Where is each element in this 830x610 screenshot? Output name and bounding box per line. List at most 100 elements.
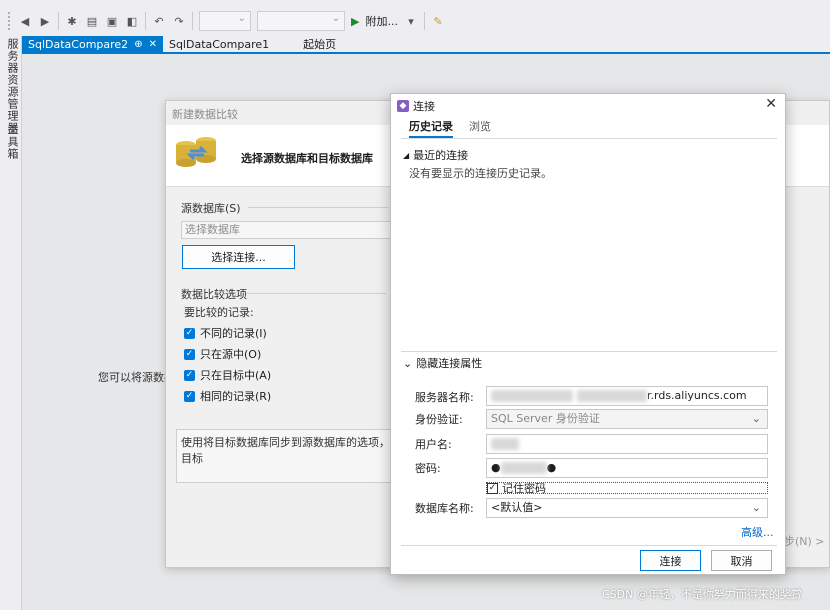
remember-password-label: 记住密码 — [502, 482, 546, 495]
side-tool-strip: 服务器资源管理器 工具箱 — [0, 36, 22, 610]
find-in-files-icon[interactable]: ✎ — [431, 14, 445, 28]
tab-sqldatacompare2[interactable]: SqlDataCompare2 ⊕ ✕ — [22, 36, 163, 52]
save-all-icon[interactable]: ◧ — [125, 14, 139, 28]
checkbox-label: 不同的记录(I) — [200, 327, 267, 340]
attach-button[interactable]: 附加... — [365, 13, 398, 29]
start-icon[interactable]: ▶ — [351, 15, 359, 28]
password-label: 密码: — [415, 462, 441, 475]
remember-password-checkbox[interactable]: ✓ 记住密码 — [486, 482, 768, 495]
recent-connections-label: 最近的连接 — [413, 149, 469, 162]
compare-options-label: 数据比较选项 — [181, 288, 247, 301]
checkbox-checked-icon[interactable]: ✓ — [184, 348, 195, 360]
checkbox-label: 只在源中(O) — [200, 348, 262, 361]
database-name-label: 数据库名称: — [415, 502, 474, 515]
source-db-field[interactable]: 选择数据库 — [181, 221, 411, 239]
group-divider — [248, 207, 388, 208]
document-tabs: SqlDataCompare2 ⊕ ✕ SqlDataCompare1 起始页 — [22, 36, 830, 54]
close-icon[interactable]: ✕ — [149, 39, 157, 50]
connect-button[interactable]: 连接 — [640, 550, 701, 571]
toolbar-separator — [58, 12, 59, 30]
tab-label: SqlDataCompare2 — [28, 37, 129, 51]
group-divider — [246, 293, 386, 294]
checkbox-label: 相同的记录(R) — [200, 390, 272, 403]
hide-properties-label: 隐藏连接属性 — [416, 357, 483, 370]
checkbox-checked-icon[interactable]: ✓ — [184, 390, 195, 402]
connection-tabs: 历史记录 浏览 — [409, 118, 491, 138]
redo-icon[interactable]: ↷ — [172, 14, 186, 28]
dropdown-arrow-icon[interactable]: ▾ — [404, 14, 418, 28]
checkbox-checked-icon[interactable]: ✓ — [184, 369, 195, 381]
username-label: 用户名: — [415, 438, 452, 451]
new-project-icon[interactable]: ✱ — [65, 14, 79, 28]
back-icon[interactable]: ◀ — [18, 14, 32, 28]
tab-browse[interactable]: 浏览 — [469, 118, 491, 138]
collapse-triangle-icon[interactable]: ◢ — [403, 151, 409, 160]
checkbox-identical-records[interactable]: ✓ 相同的记录(R) — [184, 388, 271, 404]
tab-start-page[interactable]: 起始页 — [297, 36, 342, 52]
connection-dialog-titlebar: ◆ 连接 — [397, 98, 435, 114]
database-name-value: <默认值> — [491, 501, 543, 514]
tab-label: SqlDataCompare1 — [168, 37, 270, 51]
tab-label: 起始页 — [303, 38, 337, 51]
visual-studio-logo-icon: ◆ — [397, 100, 409, 112]
server-name-suffix: r.rds.aliyuncs.com — [647, 389, 747, 402]
password-input[interactable]: ● ● — [486, 458, 768, 478]
hide-properties-header[interactable]: ⌄ 隐藏连接属性 — [403, 355, 482, 371]
advanced-link[interactable]: 高级... — [741, 524, 774, 540]
source-db-label: 源数据库(S) — [181, 202, 241, 215]
next-button[interactable]: 步(N) > — [784, 533, 825, 549]
tab-history[interactable]: 历史记录 — [409, 118, 453, 138]
records-label: 要比较的记录: — [184, 306, 254, 319]
configuration-combo[interactable] — [199, 11, 251, 31]
auth-value: SQL Server 身份验证 — [491, 412, 600, 425]
platform-combo[interactable] — [257, 11, 345, 31]
select-connection-button[interactable]: 选择连接... — [182, 245, 295, 269]
checkbox-checked-icon[interactable]: ✓ — [184, 327, 195, 339]
empty-history-message: 没有要显示的连接历史记录。 — [409, 167, 552, 180]
toolbar-grip[interactable] — [8, 12, 12, 30]
dialog-title: 新建数据比较 — [172, 108, 238, 121]
checkbox-label: 只在目标中(A) — [200, 369, 272, 382]
checkbox-only-in-source[interactable]: ✓ 只在源中(O) — [184, 346, 261, 362]
save-icon[interactable]: ▣ — [105, 14, 119, 28]
toolbar-separator — [192, 12, 193, 30]
password-mask: ● — [491, 461, 501, 474]
toolbox-tab[interactable]: 工具箱 — [4, 124, 20, 160]
redacted-text — [491, 390, 573, 402]
redacted-text — [500, 462, 547, 474]
divider — [401, 138, 777, 139]
toolbar-separator — [145, 12, 146, 30]
username-input[interactable] — [486, 434, 768, 454]
password-mask: ● — [546, 461, 557, 474]
wizard-header-title: 选择源数据库和目标数据库 — [241, 152, 373, 165]
tab-sqldatacompare1[interactable]: SqlDataCompare1 — [163, 36, 275, 52]
database-name-select[interactable]: <默认值> — [486, 498, 768, 518]
pin-icon[interactable]: ⊕ — [134, 39, 142, 50]
undo-icon[interactable]: ↶ — [152, 14, 166, 28]
auth-select[interactable]: SQL Server 身份验证 — [486, 409, 768, 429]
server-name-label: 服务器名称: — [415, 391, 474, 404]
description-box: 使用将目标数据库同步到源数据库的选项，将目标 — [176, 429, 406, 483]
cancel-button[interactable]: 取消 — [711, 550, 772, 571]
connection-dialog-title: 连接 — [413, 100, 435, 113]
toolbar-separator — [423, 12, 425, 30]
server-explorer-tab[interactable]: 服务器资源管理器 — [4, 38, 20, 134]
close-icon[interactable]: ✕ — [765, 96, 777, 112]
checkbox-checked-icon[interactable]: ✓ — [487, 482, 498, 494]
checkbox-different-records[interactable]: ✓ 不同的记录(I) — [184, 325, 267, 341]
recent-connections-header[interactable]: ◢ 最近的连接 — [403, 147, 468, 163]
toolbar: ◀ ▶ ✱ ▤ ▣ ◧ ↶ ↷ ▶ 附加... ▾ ✎ — [0, 6, 830, 36]
watermark: CSDN @年轻，不是你努力而得来的奖赏 — [602, 588, 802, 601]
divider — [401, 351, 777, 352]
database-compare-icon — [176, 137, 216, 167]
chevron-down-icon[interactable]: ⌄ — [403, 357, 412, 370]
hint-text: 您可以将源数据 — [98, 371, 175, 384]
forward-icon[interactable]: ▶ — [38, 14, 52, 28]
checkbox-only-in-target[interactable]: ✓ 只在目标中(A) — [184, 367, 271, 383]
redacted-text — [577, 390, 647, 402]
server-name-input[interactable]: r.rds.aliyuncs.com — [486, 386, 768, 406]
open-folder-icon[interactable]: ▤ — [85, 14, 99, 28]
redacted-text — [491, 438, 519, 450]
divider — [401, 545, 777, 546]
auth-label: 身份验证: — [415, 413, 463, 426]
